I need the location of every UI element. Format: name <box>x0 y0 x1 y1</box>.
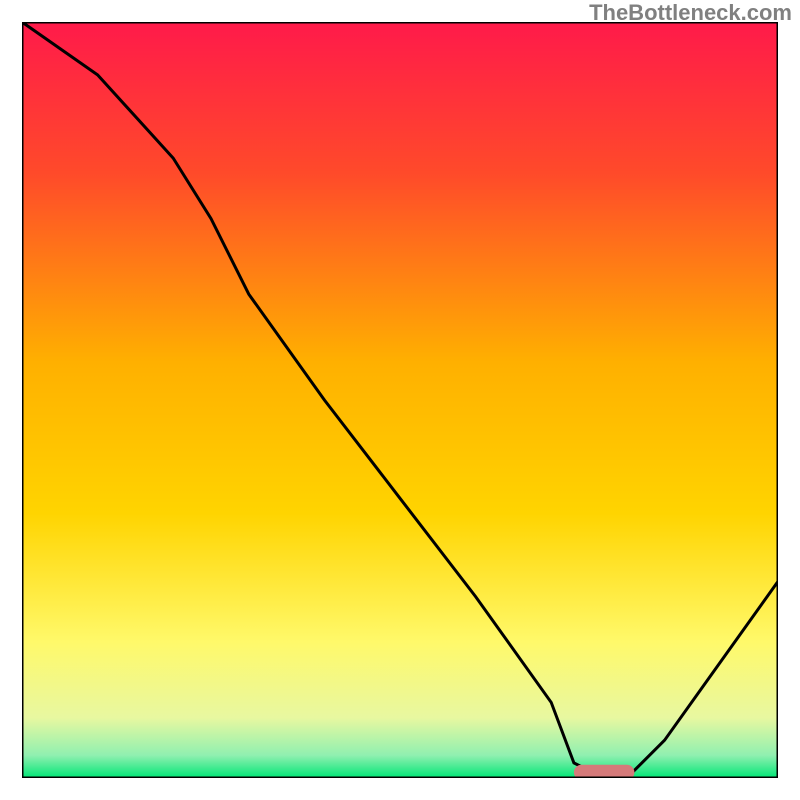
chart-svg <box>22 22 778 778</box>
watermark-text: TheBottleneck.com <box>589 0 792 26</box>
bottleneck-chart: TheBottleneck.com <box>0 0 800 800</box>
optimal-marker <box>574 765 635 778</box>
plot-area <box>22 22 778 778</box>
gradient-background <box>22 22 778 778</box>
